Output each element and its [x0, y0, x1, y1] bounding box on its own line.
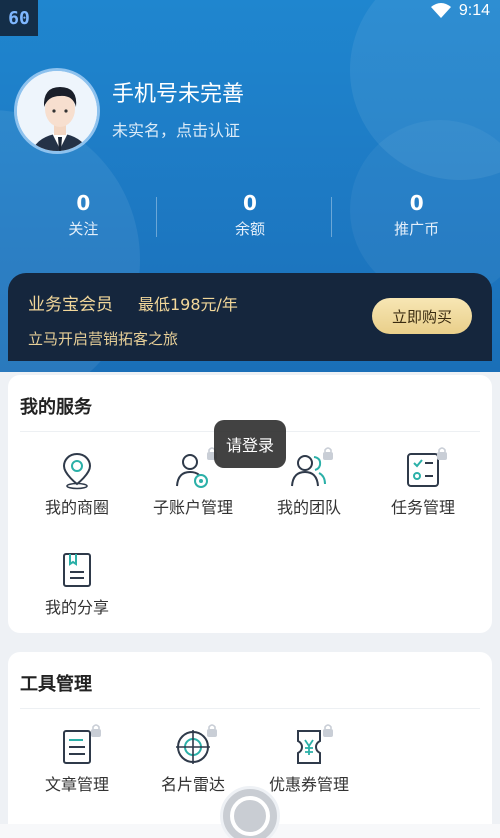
stat-follow[interactable]: 0 关注 — [0, 190, 167, 244]
tool-label: 文章管理 — [44, 775, 109, 794]
stat-divider — [156, 197, 157, 237]
service-label: 子账户管理 — [152, 498, 233, 517]
location-pin-icon — [62, 452, 92, 490]
service-label: 我的商圈 — [44, 498, 109, 517]
profile-header: 60 9:14 手机号未完善 未实名，点击认证 0 关注 0 余额 0 推广币 … — [0, 0, 500, 372]
user-avatar-icon — [17, 71, 97, 151]
stat-balance[interactable]: 0 余额 — [167, 190, 334, 244]
stat-value: 0 — [409, 191, 424, 215]
verify-link[interactable]: 未实名，点击认证 — [112, 117, 240, 141]
divider — [20, 708, 480, 709]
stat-value: 0 — [243, 191, 257, 215]
status-bar: 9:14 — [430, 2, 490, 20]
service-label: 任务管理 — [390, 498, 455, 517]
stat-label: 推广币 — [394, 220, 440, 238]
lock-icon — [91, 724, 101, 737]
stat-divider — [331, 197, 332, 237]
stats-row: 0 关注 0 余额 0 推广币 — [0, 190, 500, 244]
stat-value: 0 — [76, 191, 91, 215]
wifi-icon — [430, 3, 451, 18]
avatar[interactable] — [14, 68, 100, 154]
profile-title[interactable]: 手机号未完善 — [112, 76, 244, 108]
stat-promo-coins[interactable]: 0 推广币 — [333, 190, 500, 244]
share-book-icon — [63, 553, 91, 587]
service-item-business-circle[interactable]: 我的商圈 — [19, 450, 135, 534]
lock-icon — [323, 447, 333, 460]
section-title: 我的服务 — [20, 397, 92, 418]
stat-label: 余额 — [235, 220, 266, 238]
lock-icon — [207, 724, 217, 737]
stat-label: 关注 — [68, 220, 99, 238]
lock-icon — [437, 447, 447, 460]
services-card: 我的服务 我的商圈 子账户管理 我的团队 任务管理 我的分享 — [8, 375, 492, 633]
lock-icon — [323, 724, 333, 737]
service-item-my-share[interactable]: 我的分享 — [19, 550, 135, 634]
section-title: 工具管理 — [20, 674, 92, 695]
swap-icon — [230, 796, 270, 836]
tool-item-articles[interactable]: 文章管理 — [19, 724, 135, 811]
status-time: 9:14 — [458, 2, 490, 19]
service-item-task-management[interactable]: 任务管理 — [365, 447, 481, 534]
service-label: 我的分享 — [44, 598, 109, 617]
buy-now-button[interactable]: 立即购买 — [372, 298, 472, 334]
login-toast: 请登录 — [214, 420, 286, 468]
membership-card[interactable]: 业务宝会员 最低198元/年 立马开启营销拓客之旅 立即购买 — [8, 273, 492, 361]
fps-badge: 60 — [0, 0, 38, 36]
membership-title: 业务宝会员 — [28, 295, 113, 315]
membership-subtitle: 立马开启营销拓客之旅 — [28, 330, 179, 348]
service-label: 我的团队 — [276, 498, 341, 517]
membership-price: 最低198元/年 — [138, 295, 238, 314]
center-nav-button[interactable] — [220, 786, 280, 838]
